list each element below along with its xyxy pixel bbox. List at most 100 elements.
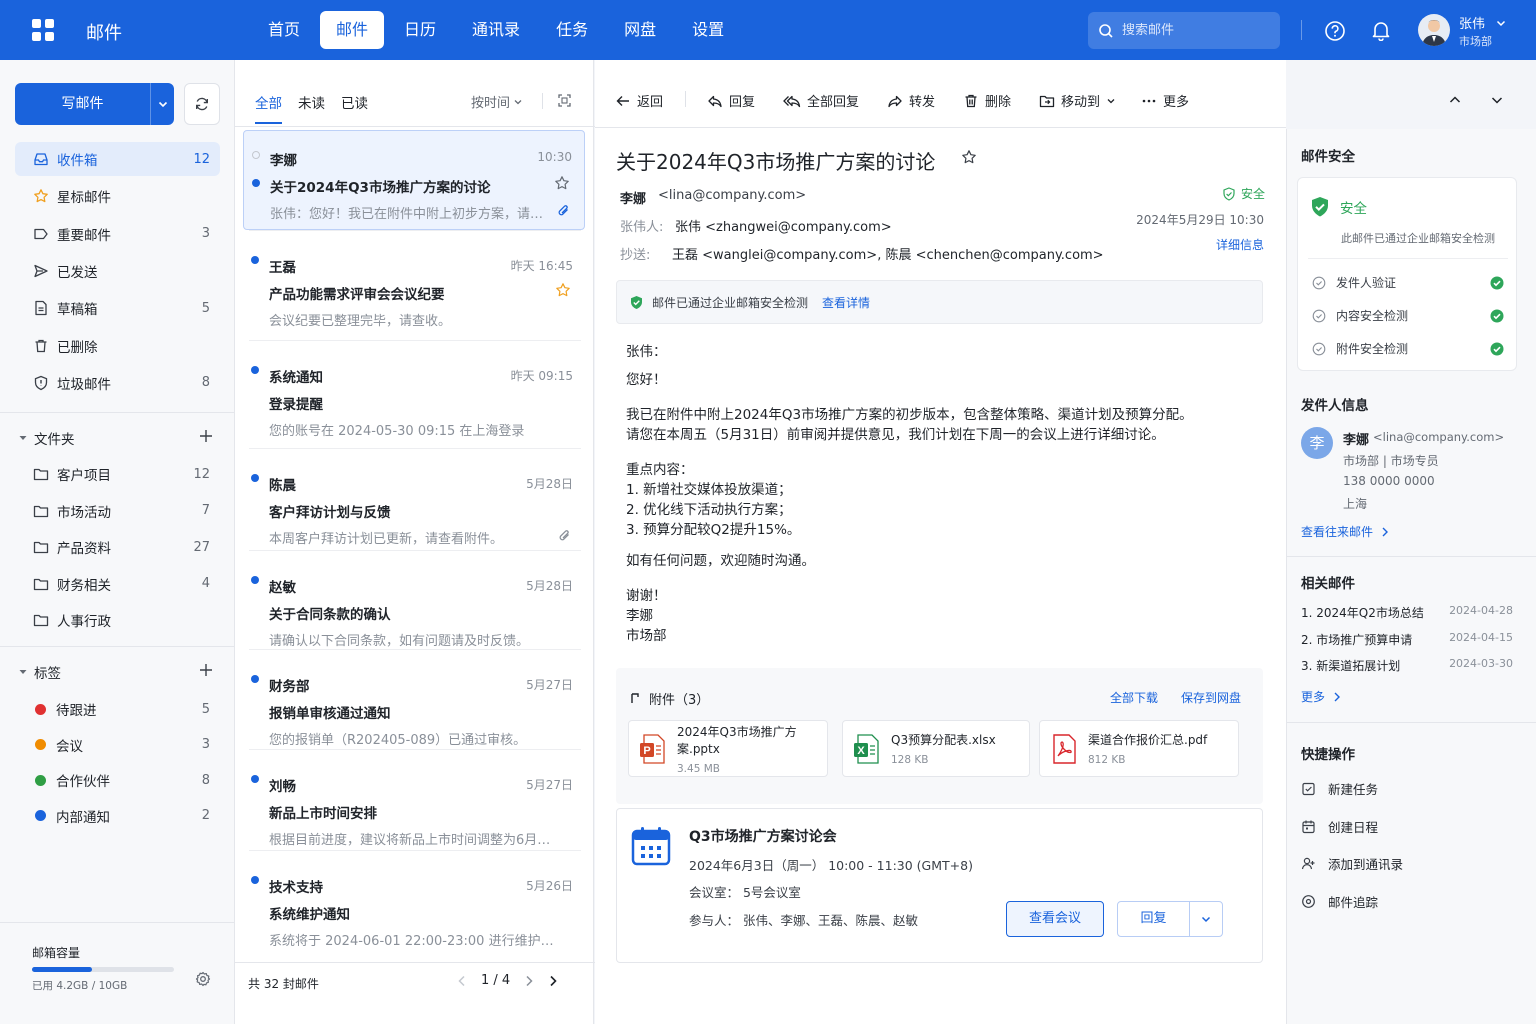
mail-date: 2024年5月29日 10:30 [1136,213,1264,227]
compose-label[interactable]: 写邮件 [15,83,150,125]
back-button[interactable]: 返回 [615,91,663,110]
next-page-icon[interactable] [524,975,534,987]
tag-item[interactable]: 合作伙伴 8 [15,763,220,797]
view-history-link[interactable]: 查看往来邮件 [1301,523,1389,540]
quick-action-item[interactable]: 邮件追踪 [1301,892,1378,911]
nav-drive[interactable]: 网盘 [608,11,672,49]
tab-read[interactable]: 已读 [341,92,368,124]
details-link[interactable]: 详细信息 [1216,236,1264,253]
mail-item[interactable]: 赵敏 5月28日 关于合同条款的确认 请确认以下合同条款，如有问题请及时反馈。 [243,558,585,658]
apps-grid-icon[interactable] [32,19,54,41]
prev-page-icon[interactable] [457,975,467,987]
folder-item[interactable]: 财务相关 4 [15,567,220,601]
more-button[interactable]: 更多 [1141,91,1189,110]
tag-label: 内部通知 [56,809,110,826]
sidebar-item-inbox[interactable]: 收件箱 12 [15,142,220,176]
refresh-button[interactable] [184,83,220,125]
search-box[interactable] [1088,12,1280,49]
attachment-item[interactable]: 渠道合作报价汇总.pdf 812 KB [1039,720,1239,777]
forward-button[interactable]: 转发 [887,91,935,110]
mail-item[interactable]: 技术支持 5月26日 系统维护通知 系统将于 2024-06-01 22:00-23:… [243,858,585,958]
sidebar-item-star[interactable]: 星标邮件 [15,179,220,213]
sidebar-item-spam-shield[interactable]: 垃圾邮件 8 [15,366,220,400]
download-all-link[interactable]: 全部下载 [1110,689,1158,706]
sidebar: 写邮件 收件箱 12 星标邮件重要邮件 3 已发送 草稿箱 5 已删除 垃圾邮件 8 文件夹 客户… [0,60,234,1024]
compose-dropdown[interactable] [150,83,174,125]
search-input[interactable] [1122,23,1272,38]
chevron-up-icon[interactable] [1448,93,1462,107]
quick-action-item[interactable]: 创建日程 [1301,817,1378,836]
security-details-link[interactable]: 查看详情 [822,294,870,311]
sort-dropdown[interactable]: 按时间 [471,92,523,111]
quick-action-item[interactable]: 添加到通讯录 [1301,854,1403,873]
sender-name[interactable]: 李娜 [620,188,646,207]
expand-view-icon[interactable] [557,93,572,108]
save-to-drive-link[interactable]: 保存到网盘 [1181,689,1241,706]
reply-button[interactable]: 回复 [707,91,755,110]
folder-item[interactable]: 客户项目 12 [15,457,220,491]
cc-value[interactable]: 王磊 <wanglei@company.com>, 陈晨 <chenchen@c… [672,244,1104,263]
star-icon[interactable] [555,282,571,298]
tag-item[interactable]: 待跟进 5 [15,692,220,726]
tag-item[interactable]: 会议 3 [15,728,220,762]
nav-calendar[interactable]: 日历 [388,11,452,49]
folders-header[interactable]: 文件夹 [18,428,218,448]
folder-item[interactable]: 人事行政 [15,603,220,637]
gear-icon[interactable] [195,971,211,987]
nav-settings[interactable]: 设置 [676,11,740,49]
notification-bell-icon[interactable] [1370,19,1392,41]
chevron-down-icon[interactable] [1490,93,1504,107]
quick-action-item[interactable]: 新建任务 [1301,779,1378,798]
related-mail-item[interactable]: 2. 市场推广预算申请 2024-04-15 [1301,631,1513,648]
folder-item[interactable]: 市场活动 7 [15,494,220,528]
meeting-reply-dropdown[interactable] [1190,902,1222,936]
meeting-reply-button[interactable]: 回复 [1118,902,1190,936]
sender-email[interactable]: <lina@company.com> [658,188,806,203]
security-notice-text: 邮件已通过企业邮箱安全检测 [652,295,809,310]
view-meeting-button[interactable]: 查看会议 [1006,901,1104,937]
related-mail-item[interactable]: 3. 新渠道拓展计划 2024-03-30 [1301,657,1513,674]
mail-item[interactable]: 系统通知 昨天 09:15 登录提醒 您的账号在 2024-05-30 09:15 在… [243,348,585,448]
info-panel: 邮件安全 安全 此邮件已通过企业邮箱安全检测 发件人验证 内容安全检测 附件安全检测… [1286,129,1536,1024]
to-value[interactable]: 张伟 <zhangwei@company.com> [675,216,892,235]
avatar[interactable] [1418,14,1450,46]
star-icon[interactable] [554,175,570,191]
sidebar-item-draft[interactable]: 草稿箱 5 [15,291,220,325]
folder-item[interactable]: 产品资料 27 [15,530,220,564]
attachment-item[interactable]: P 2024年Q3市场推广方案.pptx 3.45 MB [628,720,828,777]
mail-item[interactable]: 王磊 昨天 16:45 产品功能需求评审会会议纪要 会议纪要已整理完毕，请查收。 [243,238,585,338]
sidebar-item-important[interactable]: 重要邮件 3 [15,217,220,251]
attachment-item[interactable]: X Q3预算分配表.xlsx 128 KB [842,720,1030,777]
add-tag-icon[interactable] [198,662,214,678]
chevron-down-icon[interactable] [1495,17,1507,29]
last-page-icon[interactable] [548,975,558,987]
tab-all[interactable]: 全部 [255,92,282,124]
nav-home[interactable]: 首页 [252,11,316,49]
sidebar-item-trash[interactable]: 已删除 [15,329,220,363]
reply-all-button[interactable]: 全部回复 [783,91,859,110]
star-icon[interactable] [961,149,977,165]
related-mail-title: 1. 2024年Q2市场总结 [1301,606,1424,620]
help-icon[interactable] [1324,20,1346,42]
nav-tasks[interactable]: 任务 [540,11,604,49]
compose-button[interactable]: 写邮件 [15,83,174,125]
mail-item[interactable]: 财务部 5月27日 报销单审核通过通知 您的报销单（R202405-089）已通过审核… [243,657,585,757]
related-more-link[interactable]: 更多 [1301,688,1341,705]
tags-header[interactable]: 标签 [18,662,218,682]
tag-item[interactable]: 内部通知 2 [15,799,220,833]
nav-contacts[interactable]: 通讯录 [456,11,536,49]
mail-item[interactable]: 陈晨 5月28日 客户拜访计划与反馈 本周客户拜访计划已更新，请查看附件。 [243,456,585,556]
mail-item[interactable]: 刘畅 5月27日 新品上市时间安排 根据目前进度，建议将新品上市时间调整为6月中旬。 [243,757,585,857]
sidebar-item-send[interactable]: 已发送 [15,254,220,288]
divider [1287,722,1536,723]
move-to-button[interactable]: 移动到 [1039,91,1116,110]
delete-button[interactable]: 删除 [963,91,1011,110]
read-indicator[interactable] [252,151,260,159]
related-mail-item[interactable]: 1. 2024年Q2市场总结 2024-04-28 [1301,604,1513,621]
nav-mail[interactable]: 邮件 [320,11,385,49]
mail-item[interactable]: 李娜 10:30 关于2024年Q3市场推广方案的讨论 张伟：您好！我已在附件中附上初… [243,130,585,230]
user-name[interactable]: 张伟 [1459,13,1485,32]
add-folder-icon[interactable] [198,428,214,444]
unread-dot [251,876,259,884]
tab-unread[interactable]: 未读 [298,92,325,124]
